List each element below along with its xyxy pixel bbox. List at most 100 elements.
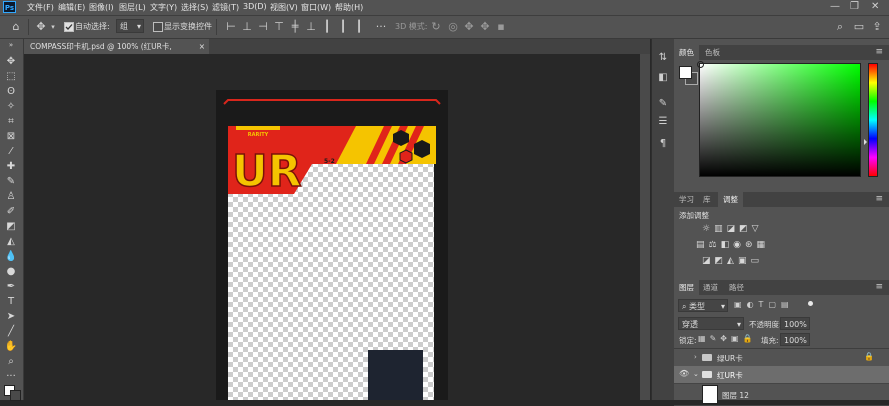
- layer-name[interactable]: 红UR卡: [717, 370, 743, 381]
- threshold-icon[interactable]: ◭: [727, 256, 738, 266]
- layer-filter-dropdown[interactable]: ⌕ 类型 ▾: [678, 299, 728, 312]
- zoom-tool-icon[interactable]: ⌕: [3, 355, 19, 368]
- filter-toggle[interactable]: [808, 301, 813, 306]
- brightness-contrast-icon[interactable]: ☼: [702, 224, 714, 234]
- panel-menu-icon[interactable]: ≡: [875, 194, 883, 204]
- vertical-scrollbar[interactable]: [640, 54, 650, 400]
- black-white-icon[interactable]: ◧: [721, 240, 734, 250]
- photo-filter-icon[interactable]: ◉: [733, 240, 745, 250]
- lock-all-icon[interactable]: 🔒: [743, 334, 757, 343]
- crop-tool-icon[interactable]: ⌗: [3, 115, 19, 128]
- smart-object-filter-icon[interactable]: ▤: [781, 300, 794, 309]
- eyedropper-tool-icon[interactable]: ⁄: [3, 145, 19, 158]
- align-bottom-icon[interactable]: ⊥: [304, 20, 318, 34]
- 3d-pan-icon[interactable]: ✥: [462, 20, 476, 34]
- tab-color[interactable]: 颜色: [674, 45, 699, 60]
- lock-artboard-icon[interactable]: ▣: [731, 334, 743, 343]
- document-tab[interactable]: COMPASS印卡机.psd @ 100% (红UR卡, RGB/16*) ×: [24, 39, 209, 66]
- tab-library[interactable]: 库: [698, 192, 716, 207]
- tab-learn[interactable]: 学习: [674, 192, 699, 207]
- path-selection-tool-icon[interactable]: ➤: [3, 310, 19, 323]
- menu-help[interactable]: 帮助(H): [335, 2, 363, 13]
- tab-channels[interactable]: 通道: [698, 280, 723, 295]
- menu-edit[interactable]: 编辑(E): [58, 2, 85, 13]
- chevron-down-icon[interactable]: ▾: [46, 20, 60, 34]
- share-icon[interactable]: ⇪: [870, 20, 884, 34]
- distribute-icon[interactable]: ┃: [352, 20, 366, 34]
- chevron-right-icon[interactable]: ›: [694, 353, 697, 361]
- hue-slider-handle[interactable]: [864, 139, 867, 145]
- blend-mode-dropdown[interactable]: 穿透 ▾: [678, 317, 744, 330]
- eye-icon[interactable]: 👁: [679, 370, 689, 378]
- visibility-toggle[interactable]: [679, 387, 687, 395]
- 3d-roll-icon[interactable]: ◎: [446, 20, 460, 34]
- clone-stamp-tool-icon[interactable]: ♙: [3, 190, 19, 203]
- align-hcenter-icon[interactable]: ⊥: [240, 20, 254, 34]
- vibrance-icon[interactable]: ▽: [752, 224, 763, 234]
- color-picker-handle[interactable]: [697, 61, 704, 68]
- collapse-icon[interactable]: »: [3, 42, 19, 55]
- show-transform-checkbox[interactable]: [153, 22, 163, 32]
- brush-tool-icon[interactable]: ✎: [3, 175, 19, 188]
- layer-row[interactable]: › 绿UR卡 🔒: [674, 349, 889, 367]
- panel-menu-icon[interactable]: ≡: [875, 47, 883, 57]
- background-color-swatch[interactable]: [10, 390, 21, 401]
- marquee-tool-icon[interactable]: ⬚: [3, 70, 19, 83]
- adjustment-filter-icon[interactable]: ◐: [747, 300, 759, 309]
- magic-wand-tool-icon[interactable]: ✧: [3, 100, 19, 113]
- distribute-icon[interactable]: ┃: [320, 20, 334, 34]
- channel-mixer-icon[interactable]: ⊛: [745, 240, 757, 250]
- color-picker-field[interactable]: [699, 63, 861, 177]
- workspace-icon[interactable]: ▭: [852, 20, 866, 34]
- exposure-icon[interactable]: ◩: [739, 224, 752, 234]
- panel-menu-icon[interactable]: ≡: [875, 282, 883, 292]
- hand-tool-icon[interactable]: ✋: [3, 340, 19, 353]
- frame-tool-icon[interactable]: ⊠: [3, 130, 19, 143]
- hue-saturation-icon[interactable]: ▤: [696, 240, 709, 250]
- auto-select-dropdown[interactable]: 组 ▾: [116, 19, 144, 33]
- adjustments-sliders-icon[interactable]: ☰: [656, 115, 670, 129]
- properties-icon[interactable]: ◧: [656, 71, 670, 85]
- 3d-rotate-icon[interactable]: ↻: [429, 20, 443, 34]
- pixel-filter-icon[interactable]: ▣: [734, 300, 747, 309]
- menu-3d[interactable]: 3D(D): [243, 2, 267, 11]
- selective-color-icon[interactable]: ▣: [738, 256, 751, 266]
- visibility-toggle[interactable]: [679, 353, 687, 361]
- shape-filter-icon[interactable]: ▢: [768, 300, 781, 309]
- color-lookup-icon[interactable]: ▦: [757, 240, 770, 250]
- minimize-button[interactable]: —: [830, 1, 840, 12]
- close-tab-icon[interactable]: ×: [199, 39, 205, 54]
- line-tool-icon[interactable]: ╱: [3, 325, 19, 338]
- move-tool-icon[interactable]: ✥: [3, 55, 19, 68]
- lock-position-icon[interactable]: ✥: [720, 334, 731, 343]
- align-left-icon[interactable]: ⊢: [224, 20, 238, 34]
- layer-name[interactable]: 图层 12: [722, 390, 749, 401]
- color-balance-icon[interactable]: ⚖: [709, 240, 721, 250]
- levels-icon[interactable]: ▥: [714, 224, 727, 234]
- menu-layer[interactable]: 图层(L): [119, 2, 146, 13]
- invert-icon[interactable]: ◪: [702, 256, 715, 266]
- dodge-tool-icon[interactable]: ●: [3, 265, 19, 278]
- distribute-icon[interactable]: ┃: [336, 20, 350, 34]
- align-vcenter-icon[interactable]: ╪: [288, 20, 302, 34]
- search-icon[interactable]: ⌕: [833, 20, 847, 34]
- menu-file[interactable]: 文件(F): [27, 2, 54, 13]
- posterize-icon[interactable]: ◩: [715, 256, 728, 266]
- type-filter-icon[interactable]: T: [759, 300, 769, 309]
- pen-tool-icon[interactable]: ✒: [3, 280, 19, 293]
- curves-icon[interactable]: ◪: [727, 224, 740, 234]
- brush-settings-icon[interactable]: ✎: [656, 97, 670, 111]
- foreground-color-swatch[interactable]: [679, 66, 692, 79]
- more-tools-icon[interactable]: ···: [3, 370, 19, 383]
- lasso-tool-icon[interactable]: ʘ: [3, 85, 19, 98]
- menu-type[interactable]: 文字(Y): [150, 2, 177, 13]
- more-options-icon[interactable]: ···: [374, 20, 388, 34]
- history-icon[interactable]: ⇅: [656, 51, 670, 65]
- menu-image[interactable]: 图像(I): [89, 2, 114, 13]
- align-top-icon[interactable]: ⊤: [272, 20, 286, 34]
- menu-view[interactable]: 视图(V): [270, 2, 298, 13]
- home-icon[interactable]: ⌂: [9, 20, 23, 34]
- paint-bucket-tool-icon[interactable]: ◭: [3, 235, 19, 248]
- lock-transparent-icon[interactable]: ▦: [698, 334, 710, 343]
- layer-name[interactable]: 绿UR卡: [717, 353, 743, 364]
